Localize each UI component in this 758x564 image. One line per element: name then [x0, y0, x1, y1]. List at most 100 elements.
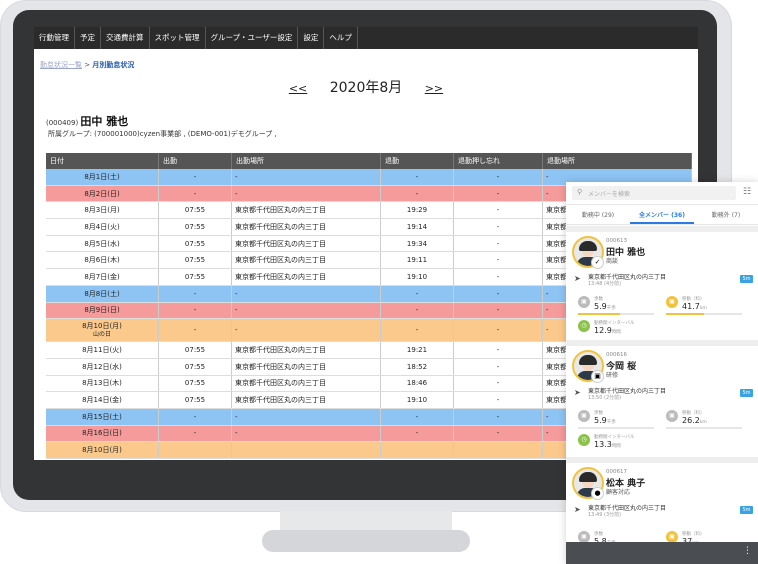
nav-item-schedule[interactable]: 予定: [75, 27, 101, 49]
cell-date: 8月8日(土): [46, 285, 159, 303]
cell-forgot-clock-out-text: -: [496, 429, 500, 438]
cell-clock-out-text: 18:46: [406, 379, 428, 388]
cell-clock-in-place: 東京都千代田区丸の内三丁目: [231, 251, 381, 270]
col-clock-out-place: 退勤場所: [542, 153, 692, 169]
cell-clock-in-text: 07:55: [184, 206, 206, 215]
cell-clock-out-place-text: -: [546, 289, 549, 298]
cell-clock-in-place-text: -: [235, 172, 238, 181]
nav-item-settings[interactable]: 設定: [298, 27, 325, 49]
cell-forgot-clock-out: -: [453, 201, 543, 220]
nav-item-transport[interactable]: 交通費計算: [101, 27, 150, 49]
cell-clock-in-place: -: [231, 318, 381, 343]
cell-clock-in-place-text: 東京都千代田区丸の内三丁目: [235, 272, 326, 281]
cell-clock-in: 07:55: [158, 375, 232, 393]
member-search-input[interactable]: ⚲ メンバーを検索: [572, 186, 736, 200]
cell-clock-in: 07:55: [158, 391, 232, 409]
user-heading: (000409) 田中 雅也: [46, 113, 128, 129]
cell-clock-out: 19:11: [380, 251, 454, 270]
nav-item-help[interactable]: ヘルプ: [324, 27, 358, 49]
cell-clock-out-place-text: -: [546, 429, 549, 438]
holiday-name: 山の日: [92, 331, 111, 339]
cell-date: 8月11日(火): [46, 341, 159, 359]
cell-clock-in: -: [158, 285, 232, 303]
next-month-link[interactable]: >>: [425, 82, 443, 95]
cell-clock-in-text: -: [193, 429, 197, 438]
cell-clock-in: 07:55: [158, 358, 232, 376]
nav-item-group-user[interactable]: グループ・ユーザー設定: [206, 27, 299, 49]
tab-working[interactable]: 勤務中 (29): [566, 207, 630, 224]
cell-clock-out-text: 19:21: [406, 346, 428, 355]
cell-clock-in-text: 07:55: [184, 239, 206, 248]
location-arrow-icon: ➤: [574, 274, 581, 283]
member-card[interactable]: ✓ 000613 田中 雅也 商談 ➤ 東京都千代田区丸の内三丁目 13:48 (4分前) 5…: [566, 226, 758, 344]
cell-forgot-clock-out: -: [453, 185, 543, 203]
cell-clock-out-text: 19:29: [406, 206, 428, 215]
cell-clock-in: -: [158, 318, 232, 343]
cell-date-text: 8月12日(水): [82, 362, 122, 371]
cell-clock-out: -: [380, 425, 454, 443]
cell-clock-in-place: 東京都千代田区丸の内三丁目: [231, 218, 381, 236]
cell-clock-in-text: 07:55: [184, 256, 206, 265]
breadcrumb-parent-link[interactable]: 勤怠状況一覧: [40, 61, 82, 69]
cell-forgot-clock-out-text: -: [496, 379, 500, 388]
cell-clock-out: 18:52: [380, 358, 454, 376]
breadcrumb: 勤怠状況一覧 > 月別勤怠状況: [40, 60, 134, 70]
cell-clock-in-place-text: 東京都千代田区丸の内三丁目: [235, 396, 326, 405]
cell-forgot-clock-out-text: -: [496, 412, 500, 421]
cell-forgot-clock-out-text: -: [496, 346, 500, 355]
cell-clock-out-place-text: -: [546, 172, 549, 181]
cell-forgot-clock-out-text: -: [496, 289, 500, 298]
cell-forgot-clock-out-text: -: [496, 206, 500, 215]
mobile-bottom-bar: [566, 542, 758, 564]
cell-clock-out-text: 19:10: [406, 272, 428, 281]
location-arrow-icon: ➤: [574, 505, 581, 514]
cell-clock-in-place: -: [231, 302, 381, 320]
tab-off-duty[interactable]: 勤務外 (7): [694, 207, 758, 224]
tab-all-members[interactable]: 全メンバー (36): [630, 207, 694, 224]
cell-clock-in-place: 東京都千代田区丸の内三丁目: [231, 391, 381, 409]
cell-clock-in: 07:55: [158, 341, 232, 359]
cell-date-text: 8月4日(火): [84, 222, 120, 231]
metric-progress-bar: [666, 427, 742, 429]
cell-forgot-clock-out-text: -: [496, 272, 500, 281]
menu-grid-icon[interactable]: ⋮: [743, 546, 752, 558]
metric-value: 5.9千歩: [594, 416, 616, 425]
car-icon: ▣: [666, 296, 678, 308]
cell-clock-out-text: -: [415, 189, 419, 198]
cell-clock-in-text: -: [193, 306, 197, 315]
metric-value: 41.7km: [682, 302, 707, 311]
member-card[interactable]: ▣ 000616 今岡 桜研修 ➤ 東京都千代田区丸の内三丁目 13:50 (2分前) 5m…: [566, 340, 758, 458]
cell-clock-out-text: -: [415, 429, 419, 438]
breadcrumb-separator: >: [84, 61, 91, 69]
col-forgot-clock-out: 退勤押し忘れ: [453, 153, 543, 169]
distance-badge: 5m: [740, 275, 753, 283]
cell-clock-in-text: 07:55: [184, 379, 206, 388]
metric-value: 26.2km: [682, 416, 707, 425]
member-id: 000616: [606, 352, 627, 358]
cell-forgot-clock-out: -: [453, 285, 543, 303]
nav-item-activity[interactable]: 行動管理: [34, 27, 75, 49]
cell-date: 8月7日(金): [46, 268, 159, 286]
cell-clock-in: 07:55: [158, 251, 232, 270]
prev-month-link[interactable]: <<: [289, 82, 307, 95]
cell-clock-out-text: -: [415, 172, 419, 181]
monitor-stand-base: [262, 530, 470, 552]
cell-forgot-clock-out: -: [453, 251, 543, 270]
cell-clock-in-place-text: -: [235, 326, 238, 335]
metric-progress-bar: [578, 427, 654, 429]
user-id: (000409): [46, 119, 79, 127]
cell-clock-in-place-text: 東京都千代田区丸の内三丁目: [235, 346, 326, 355]
cell-clock-in-place-text: -: [235, 306, 238, 315]
cell-clock-in-place-text: 東京都千代田区丸の内三丁目: [235, 239, 326, 248]
member-status: 研修: [606, 372, 619, 379]
nav-item-spot[interactable]: スポット管理: [150, 27, 206, 49]
cell-clock-out-text: -: [415, 289, 419, 298]
cell-clock-out-place-text: -: [546, 412, 549, 421]
cell-date: 8月10日(月) 山の日: [46, 318, 159, 343]
cell-clock-out-text: 19:10: [406, 396, 428, 405]
cell-forgot-clock-out-text: -: [496, 256, 500, 265]
member-card[interactable]: ● 000617 松本 典子 顧客対応 ➤ 東京都千代田区丸の内三丁目 13:49 (3分前…: [566, 457, 758, 550]
cell-date: 8月4日(火): [46, 218, 159, 236]
org-chart-icon[interactable]: ☷: [743, 187, 751, 197]
cell-date: 8月14日(金): [46, 391, 159, 409]
